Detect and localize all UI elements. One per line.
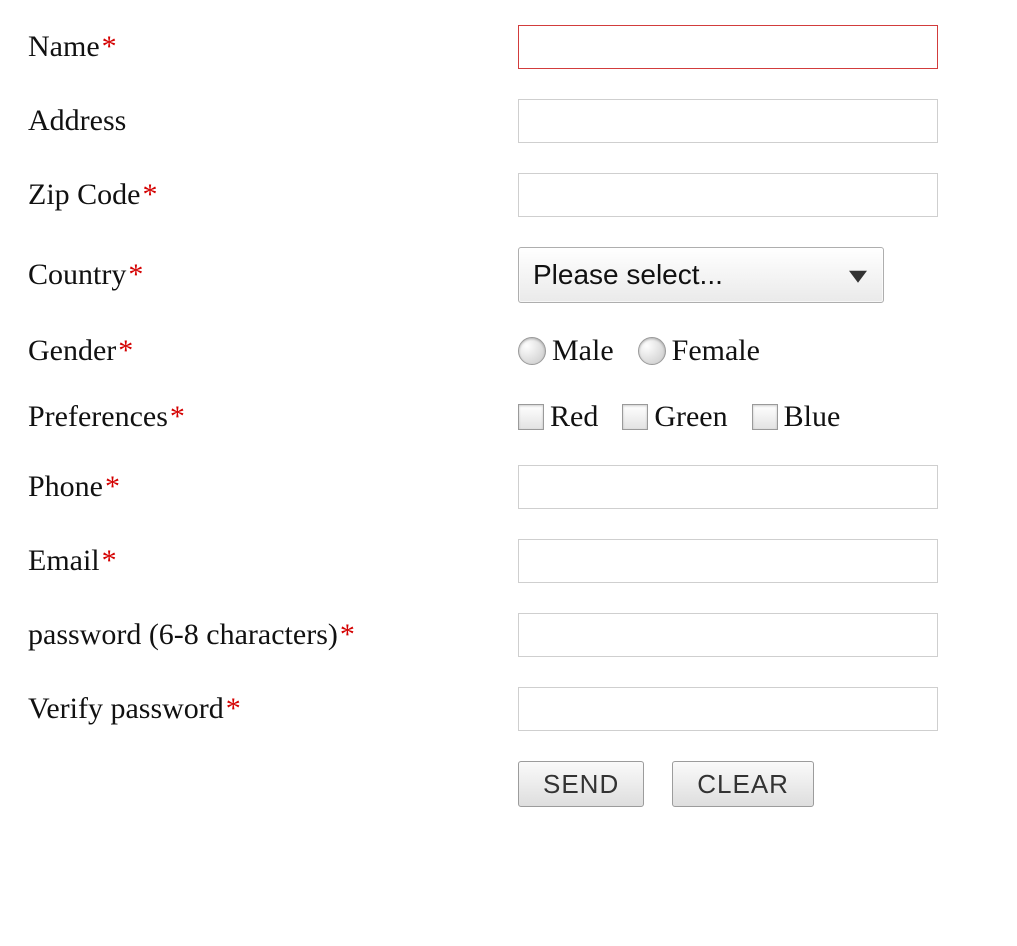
row-password: password (6-8 characters) * — [28, 613, 988, 657]
label-email-text: Email — [28, 543, 100, 579]
row-verify: Verify password * — [28, 687, 988, 731]
required-mark: * — [105, 469, 120, 505]
label-zip: Zip Code * — [28, 177, 518, 213]
registration-form: Name * Address Zip Code * Country * — [28, 25, 988, 807]
pref-option-blue[interactable]: Blue — [752, 400, 841, 434]
radio-icon — [638, 337, 666, 365]
label-verify-text: Verify password — [28, 691, 224, 727]
row-address: Address — [28, 99, 988, 143]
gender-option-male[interactable]: Male — [518, 334, 614, 368]
label-password-text: password (6-8 characters) — [28, 617, 338, 653]
label-password: password (6-8 characters) * — [28, 617, 518, 653]
label-phone-text: Phone — [28, 469, 103, 505]
zip-input[interactable] — [518, 173, 938, 217]
row-email: Email * — [28, 539, 988, 583]
gender-female-label: Female — [672, 334, 760, 368]
required-mark: * — [118, 333, 133, 369]
address-input[interactable] — [518, 99, 938, 143]
gender-option-female[interactable]: Female — [638, 334, 760, 368]
send-button[interactable]: SEND — [518, 761, 644, 807]
required-mark: * — [143, 177, 158, 213]
row-gender: Gender * Male Female — [28, 333, 988, 369]
required-mark: * — [128, 257, 143, 293]
label-country-text: Country — [28, 257, 126, 293]
password-input[interactable] — [518, 613, 938, 657]
chevron-down-icon — [849, 271, 867, 283]
row-zip: Zip Code * — [28, 173, 988, 217]
row-phone: Phone * — [28, 465, 988, 509]
phone-input[interactable] — [518, 465, 938, 509]
email-input[interactable] — [518, 539, 938, 583]
pref-option-green[interactable]: Green — [622, 400, 727, 434]
label-name: Name * — [28, 29, 518, 65]
required-mark: * — [170, 399, 185, 435]
pref-green-label: Green — [654, 400, 727, 434]
gender-male-label: Male — [552, 334, 614, 368]
label-address: Address — [28, 103, 518, 139]
pref-red-label: Red — [550, 400, 598, 434]
label-zip-text: Zip Code — [28, 177, 141, 213]
label-preferences-text: Preferences — [28, 399, 168, 435]
label-country: Country * — [28, 257, 518, 293]
label-preferences: Preferences * — [28, 399, 518, 435]
pref-blue-label: Blue — [784, 400, 841, 434]
label-gender-text: Gender — [28, 333, 116, 369]
clear-button[interactable]: CLEAR — [672, 761, 814, 807]
row-name: Name * — [28, 25, 988, 69]
pref-option-red[interactable]: Red — [518, 400, 598, 434]
country-select[interactable]: Please select... — [518, 247, 884, 303]
country-select-value: Please select... — [533, 259, 723, 291]
row-buttons: SEND CLEAR — [28, 761, 988, 807]
row-preferences: Preferences * Red Green Blue — [28, 399, 988, 435]
name-input[interactable] — [518, 25, 938, 69]
label-address-text: Address — [28, 103, 126, 139]
label-email: Email * — [28, 543, 518, 579]
label-verify: Verify password * — [28, 691, 518, 727]
checkbox-icon — [622, 404, 648, 430]
required-mark: * — [102, 543, 117, 579]
label-phone: Phone * — [28, 469, 518, 505]
required-mark: * — [102, 29, 117, 65]
checkbox-icon — [518, 404, 544, 430]
required-mark: * — [226, 691, 241, 727]
required-mark: * — [340, 617, 355, 653]
verify-password-input[interactable] — [518, 687, 938, 731]
radio-icon — [518, 337, 546, 365]
label-gender: Gender * — [28, 333, 518, 369]
label-name-text: Name — [28, 29, 100, 65]
row-country: Country * Please select... — [28, 247, 988, 303]
checkbox-icon — [752, 404, 778, 430]
